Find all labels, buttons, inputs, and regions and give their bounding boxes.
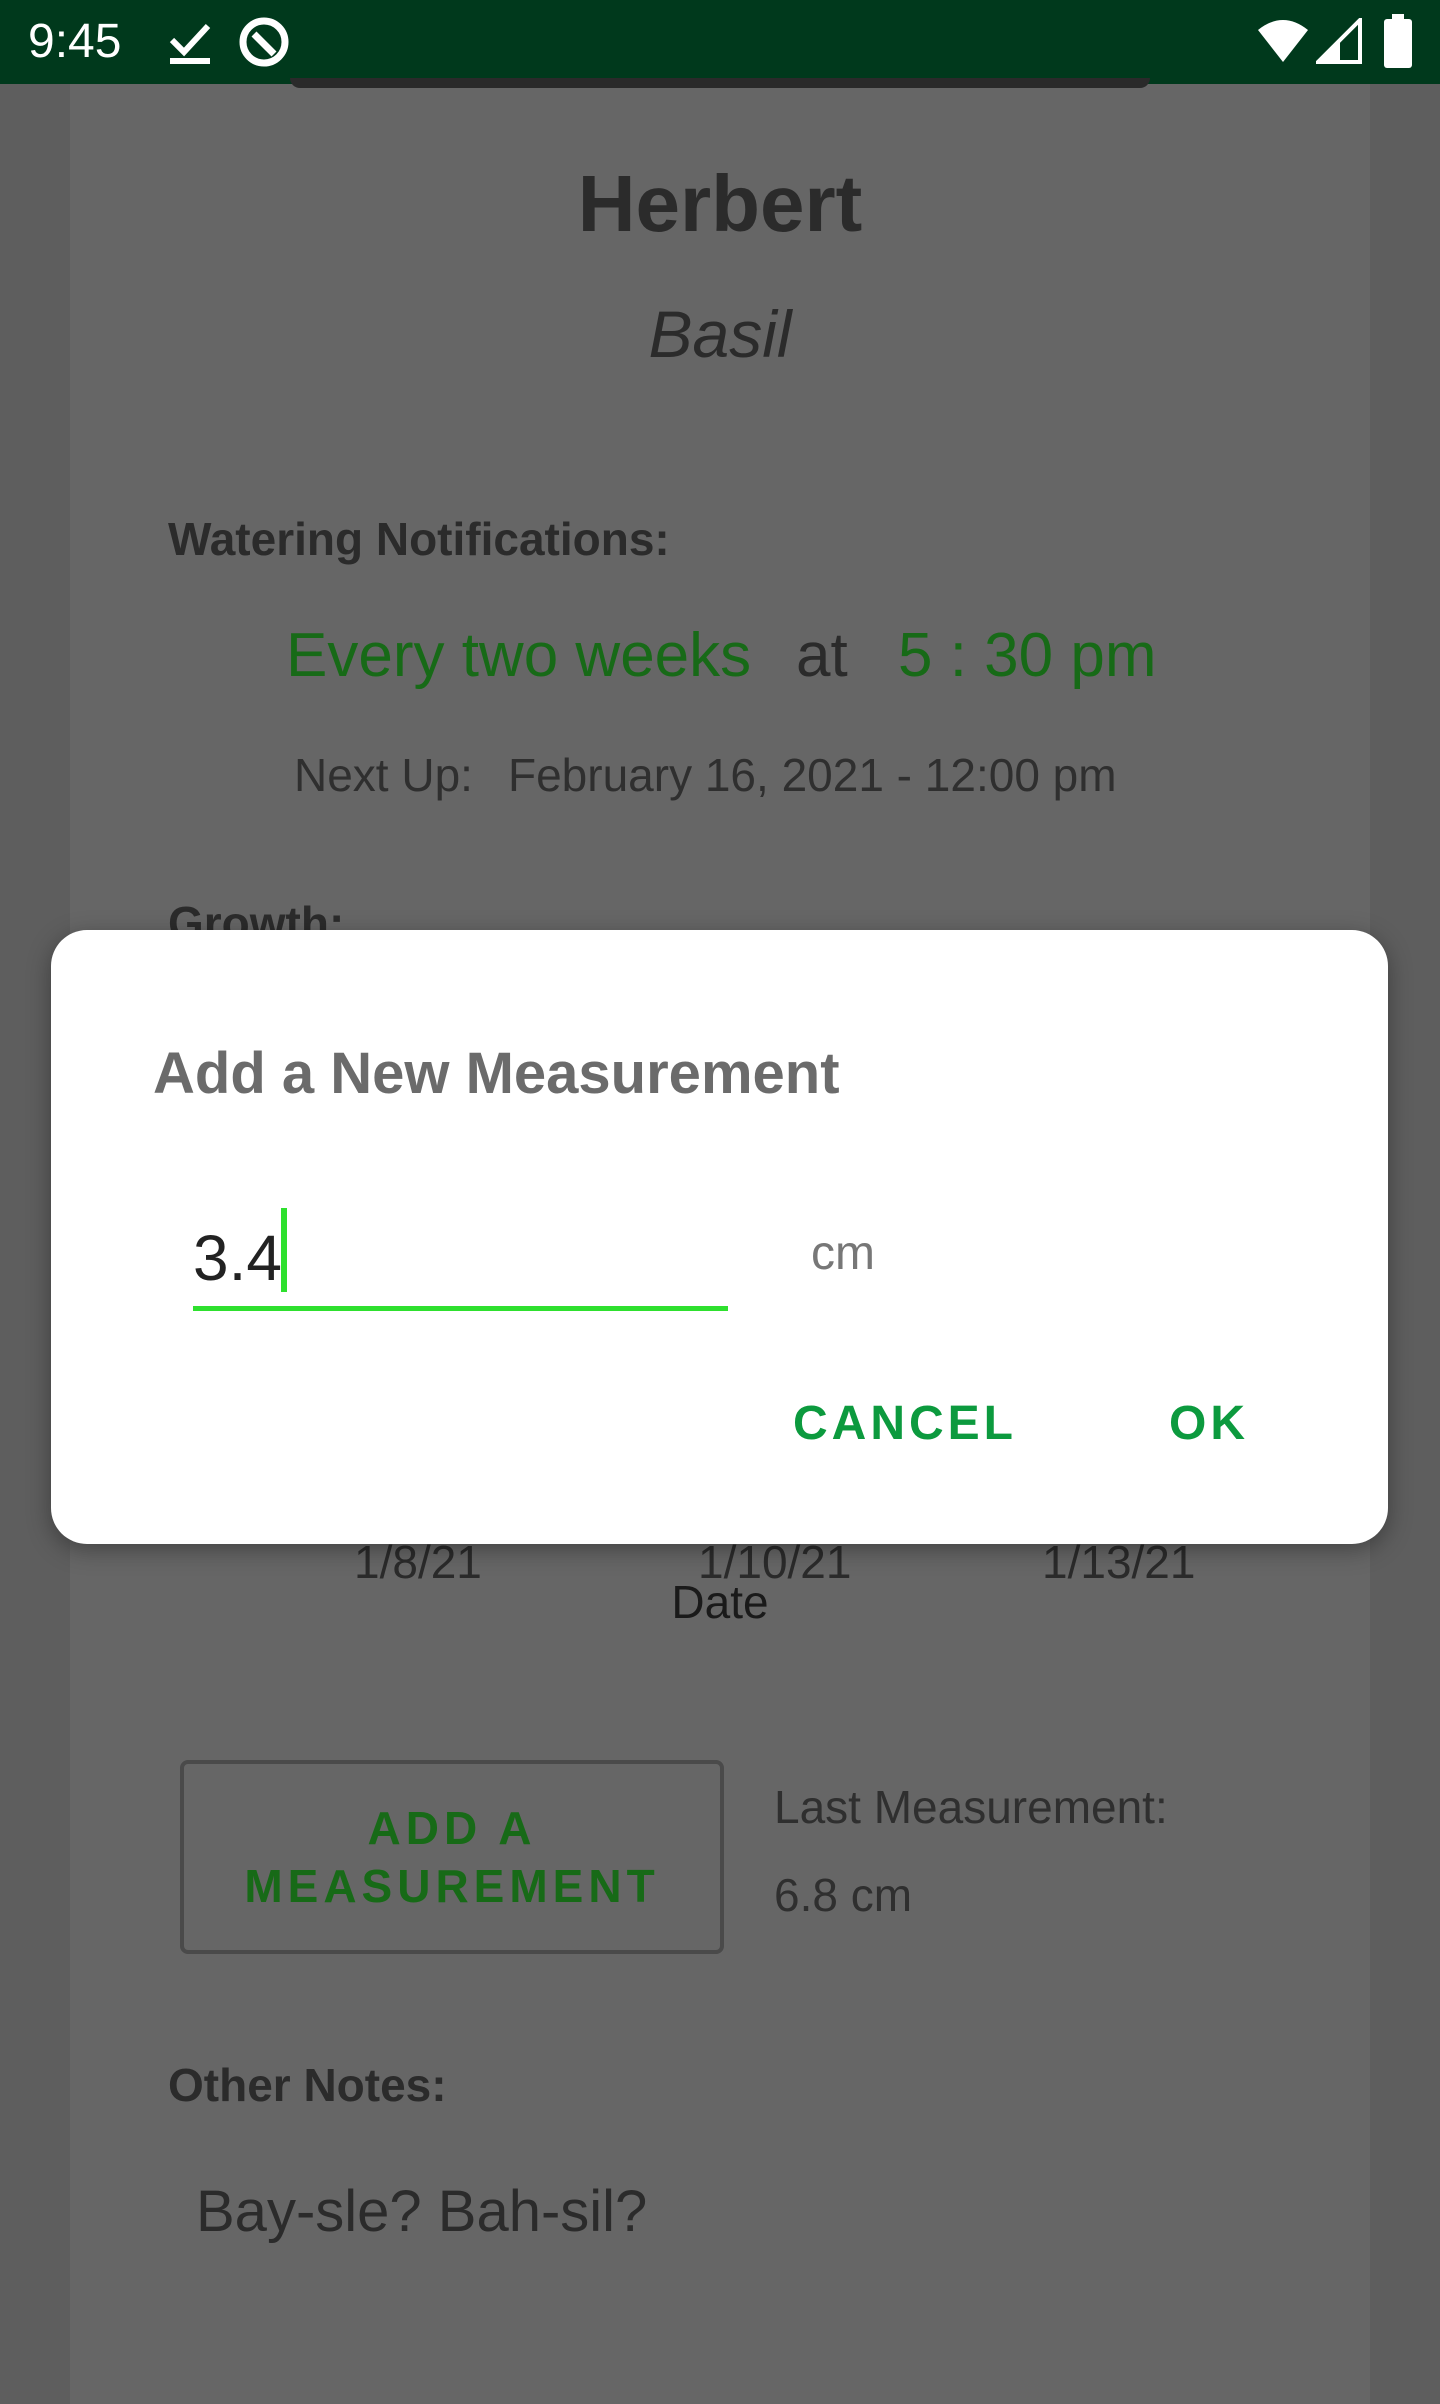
dialog-title: Add a New Measurement (153, 1041, 840, 1106)
watering-frequency[interactable]: Every two weeks (286, 620, 751, 691)
watering-notifications-label: Watering Notifications: (168, 513, 670, 565)
next-up-label: Next Up: (294, 749, 473, 801)
check-download-icon (169, 23, 211, 64)
text-cursor (281, 1208, 287, 1292)
measurement-unit: cm (811, 1227, 875, 1280)
plant-species: Basil (648, 297, 792, 371)
status-time: 9:45 (28, 15, 122, 68)
cell-signal-icon (1316, 18, 1362, 64)
plant-name: Herbert (577, 159, 863, 248)
ok-button[interactable]: OK (1169, 1396, 1249, 1451)
other-notes-label: Other Notes: (168, 2059, 447, 2111)
plant-photo (290, 78, 1150, 88)
next-up-value: February 16, 2021 - 12:00 pm (508, 749, 1117, 801)
measurement-input[interactable] (193, 1210, 728, 1311)
other-notes-text[interactable]: Bay-sle? Bah-sil? (196, 2178, 647, 2245)
last-measurement-value: 6.8 cm (774, 1869, 913, 1921)
status-bar: 9:45 (0, 0, 1440, 84)
sync-circle-icon (239, 17, 289, 67)
cancel-button[interactable]: CANCEL (793, 1396, 1017, 1451)
add-measurement-button-line2: MEASUREMENT (244, 1860, 660, 1912)
battery-icon (1384, 14, 1412, 68)
watering-at: at (796, 621, 848, 690)
wifi-icon (1258, 20, 1308, 62)
add-measurement-button[interactable]: ADD A MEASUREMENT (180, 1760, 724, 1954)
last-measurement-label: Last Measurement: (774, 1781, 1168, 1833)
add-measurement-dialog: Add a New Measurement cm CANCEL OK (51, 930, 1388, 1544)
watering-time[interactable]: 5 : 30 pm (898, 620, 1156, 691)
chart-x-axis-label: Date (671, 1576, 769, 1628)
add-measurement-button-line1: ADD A (367, 1802, 537, 1854)
